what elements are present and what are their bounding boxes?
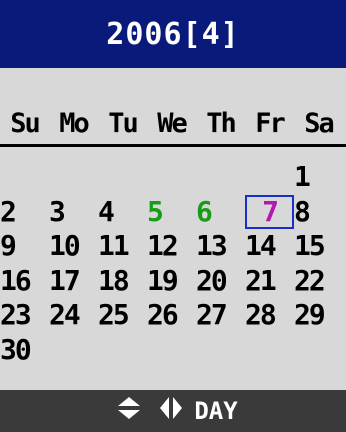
weekday-saturday: Sa (304, 108, 335, 139)
day-cell-17[interactable]: 17 (49, 264, 98, 298)
day-cell-22[interactable]: 22 (294, 264, 343, 298)
day-cell-5[interactable]: 5 (147, 195, 196, 229)
day-cell-10[interactable]: 10 (49, 229, 98, 263)
day-cell-1[interactable]: 1 (294, 160, 343, 194)
day-cell-30[interactable]: 30 (0, 333, 49, 367)
day-cell-19[interactable]: 19 (147, 264, 196, 298)
day-cell-21[interactable]: 21 (245, 264, 294, 298)
softkey-bar: DAY (0, 390, 346, 432)
day-cell-26[interactable]: 26 (147, 298, 196, 332)
day-cell-14[interactable]: 14 (245, 229, 294, 263)
day-cell-12[interactable]: 12 (147, 229, 196, 263)
day-cell-7[interactable]: 7 (245, 194, 294, 229)
day-cell-24[interactable]: 24 (49, 298, 98, 332)
day-cell-29[interactable]: 29 (294, 298, 343, 332)
weekday-thursday: Th (206, 108, 237, 139)
month-title: 2006[4] (106, 16, 240, 52)
weekday-header: Su Mo Tu We Th Fr Sa (0, 104, 346, 147)
day-cell-18[interactable]: 18 (98, 264, 147, 298)
day-cell-27[interactable]: 27 (196, 298, 245, 332)
day-cell-4[interactable]: 4 (98, 195, 147, 229)
day-cell-16[interactable]: 16 (0, 264, 49, 298)
up-down-arrows-icon (116, 395, 142, 427)
left-right-arrows-icon (158, 395, 184, 427)
weekday-wednesday: We (157, 108, 188, 139)
day-cell-13[interactable]: 13 (196, 229, 245, 263)
day-cell-28[interactable]: 28 (245, 298, 294, 332)
weekday-sunday: Su (10, 108, 41, 139)
day-cell-15[interactable]: 15 (294, 229, 343, 263)
day-cell-11[interactable]: 11 (98, 229, 147, 263)
day-cell-9[interactable]: 9 (0, 229, 49, 263)
weekday-monday: Mo (59, 108, 90, 139)
day-cell-20[interactable]: 20 (196, 264, 245, 298)
title-bar: 2006[4] (0, 0, 346, 68)
weekday-friday: Fr (255, 108, 286, 139)
day-cell-6[interactable]: 6 (196, 195, 245, 229)
day-cell-8[interactable]: 8 (294, 195, 343, 229)
weekday-tuesday: Tu (108, 108, 139, 139)
day-cell-25[interactable]: 25 (98, 298, 147, 332)
day-cell-2[interactable]: 2 (0, 195, 49, 229)
day-cell-3[interactable]: 3 (49, 195, 98, 229)
day-cell-23[interactable]: 23 (0, 298, 49, 332)
view-mode-label[interactable]: DAY (194, 397, 237, 425)
calendar-screen: 2006[4] Su Mo Tu We Th Fr Sa 1 2 3 4 5 6 7 8 9 10… (0, 0, 346, 432)
